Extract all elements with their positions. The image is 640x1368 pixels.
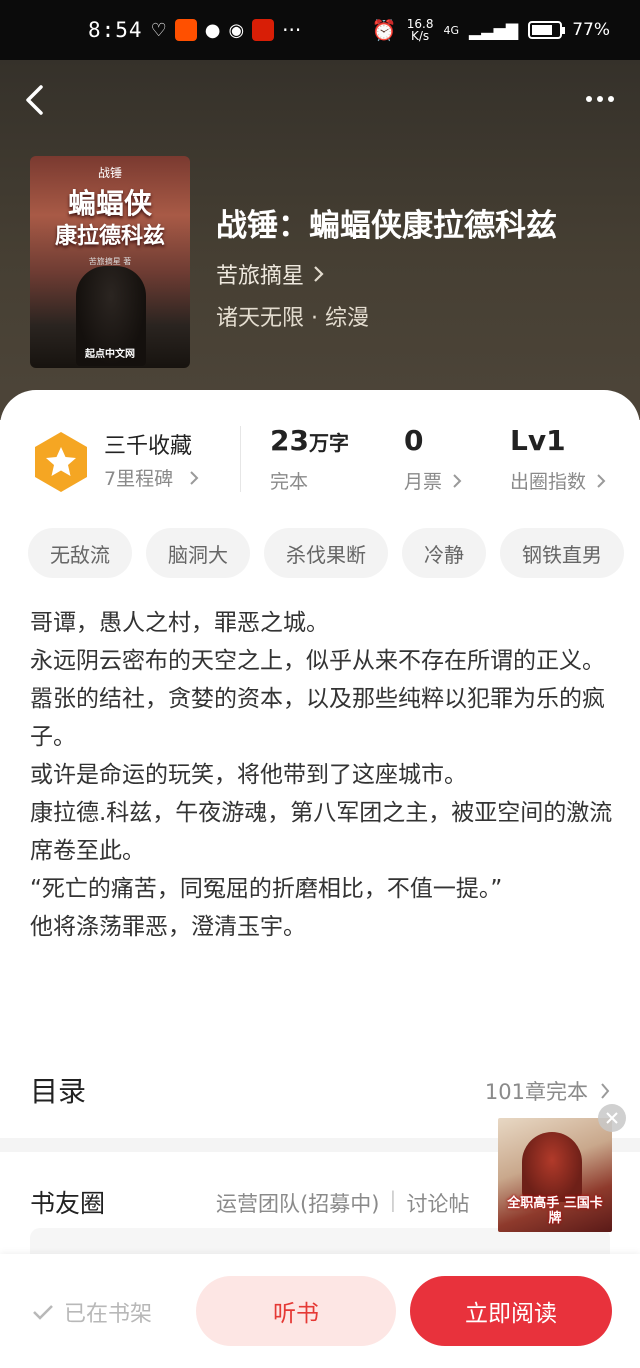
cover-title-line2: 康拉德科兹 <box>54 224 165 249</box>
chevron-right-icon <box>314 266 324 282</box>
cover-publisher: 起点中文网 <box>85 349 135 360</box>
notification-icon: ♡ <box>150 19 167 41</box>
cover-top-text: 战锤 <box>97 166 122 180</box>
chevron-right-icon <box>453 473 462 488</box>
in-shelf-button[interactable]: 已在书架 <box>32 1296 152 1328</box>
tag-chip[interactable]: 脑洞大 <box>146 528 250 578</box>
message-icon: ● <box>204 19 221 41</box>
description-line: 永远阴云密布的天空之上，似乎从来不存在所谓的正义。 <box>30 648 605 674</box>
reader-circle-title: 书友圈 <box>30 1189 106 1218</box>
book-detail-card: 三千收藏 7里程碑 23万字 完本 0 月票 Lv1 出圈指数 无敌流 脑洞大 … <box>0 390 640 1150</box>
influence-stat[interactable]: Lv1 出圈指数 <box>510 424 606 494</box>
book-genre: 诸天无限 · 综漫 <box>216 306 369 331</box>
description-line: 他将涤荡罪恶，澄清玉宇。 <box>30 914 306 940</box>
status-time: 8:54 <box>88 18 143 42</box>
monthly-ticket-stat[interactable]: 0 月票 <box>404 424 462 494</box>
stats-row: 三千收藏 7里程碑 23万字 完本 0 月票 Lv1 出圈指数 <box>0 420 640 500</box>
description-line: 嚣张的结社，贪婪的资本，以及那些纯粹以犯罪为乐的疯子。 <box>30 686 605 750</box>
close-icon <box>606 1112 618 1124</box>
influence-label: 出圈指数 <box>510 471 587 493</box>
collect-title: 三千收藏 <box>104 434 193 459</box>
ticket-value: 0 <box>404 424 424 457</box>
description-line: 康拉德.科兹，午夜游魂，第八军团之主，被亚空间的激流席卷至此。 <box>30 800 613 864</box>
word-count-label: 完本 <box>270 471 309 493</box>
milestone-text: 7里程碑 <box>104 468 174 490</box>
chevron-left-icon <box>26 85 43 115</box>
book-header: 战锤 蝙蝠侠 康拉德科兹 苦旅摘星 著 起点中文网 战锤：蝙蝠侠康拉德科兹 苦旅… <box>0 60 640 420</box>
tag-list: 无敌流 脑洞大 杀伐果断 冷静 钢铁直男 <box>28 528 624 578</box>
word-count-stat: 23万字 完本 <box>270 424 349 494</box>
net-speed: 16.8 K/s <box>407 18 434 42</box>
signal-icon: ▂▃▅▇ <box>468 20 519 40</box>
read-now-label: 立即阅读 <box>465 1301 557 1327</box>
chevron-right-icon <box>601 1083 610 1099</box>
book-description[interactable]: 哥谭，愚人之村，罪恶之城。 永远阴云密布的天空之上，似乎从来不存在所谓的正义。 … <box>30 604 614 946</box>
toc-link[interactable]: 101章完本 <box>485 1076 610 1106</box>
status-bar: 8:54 ♡ ● ◉ ··· ⏰ 16.8 K/s 4G ▂▃▅▇ 77% <box>0 0 640 60</box>
floating-promo-banner[interactable]: 全职高手 三国卡牌 <box>498 1118 612 1232</box>
stats-divider <box>240 426 241 492</box>
description-line: 或许是命运的玩笑，将他带到了这座城市。 <box>30 762 467 788</box>
promo-text: 全职高手 三国卡牌 <box>507 1196 603 1226</box>
toc-summary: 101章完本 <box>484 1080 588 1104</box>
battery-icon <box>528 21 566 39</box>
word-count-unit: 万字 <box>308 431 349 455</box>
author-link[interactable]: 苦旅摘星 <box>216 258 324 290</box>
chevron-right-icon <box>190 470 199 485</box>
promo-close-button[interactable] <box>598 1104 626 1132</box>
wechat-icon: ◉ <box>228 19 245 41</box>
more-dot <box>597 96 603 102</box>
listen-label: 听书 <box>273 1301 319 1327</box>
tag-chip[interactable]: 冷静 <box>402 528 486 578</box>
more-notifications-icon: ··· <box>282 18 302 42</box>
word-count-value: 23 <box>270 424 309 457</box>
book-title: 战锤：蝙蝠侠康拉德科兹 <box>216 208 557 244</box>
tag-chip[interactable]: 钢铁直男 <box>500 528 624 578</box>
ops-team-link[interactable]: 运营团队(招募中) <box>216 1188 379 1218</box>
read-now-button[interactable]: 立即阅读 <box>410 1276 612 1346</box>
discussion-link[interactable]: 讨论帖 <box>406 1188 469 1218</box>
promo-character-image <box>522 1132 582 1202</box>
more-dot <box>586 96 592 102</box>
back-button[interactable] <box>16 82 52 118</box>
more-button[interactable] <box>578 84 622 114</box>
toc-title: 目录 <box>30 1075 87 1108</box>
tag-chip[interactable]: 无敌流 <box>28 528 132 578</box>
app-badge-icon <box>252 19 275 41</box>
author-name: 苦旅摘星 <box>216 264 305 289</box>
alarm-icon: ⏰ <box>371 18 397 42</box>
book-cover[interactable]: 战锤 蝙蝠侠 康拉德科兹 苦旅摘星 著 起点中文网 <box>30 156 190 368</box>
bottom-action-bar: 已在书架 听书 立即阅读 <box>0 1254 640 1368</box>
tag-chip[interactable]: 杀伐果断 <box>264 528 388 578</box>
more-dot <box>608 96 614 102</box>
cover-title-line1: 蝙蝠侠 <box>67 187 152 220</box>
network-type: 4G <box>443 23 459 37</box>
description-line: “死亡的痛苦，同冤屈的折磨相比，不值一提。” <box>30 876 503 902</box>
listen-button[interactable]: 听书 <box>196 1276 396 1346</box>
star-hexagon-icon <box>35 432 87 492</box>
in-shelf-label: 已在书架 <box>64 1302 153 1327</box>
net-speed-unit: K/s <box>411 29 430 43</box>
check-icon <box>33 1305 53 1320</box>
battery-fill <box>532 25 553 35</box>
reader-circle-links: 运营团队(招募中) | 讨论帖 <box>216 1188 469 1218</box>
status-right: ⏰ 16.8 K/s 4G ▂▃▅▇ 77% <box>372 18 610 42</box>
influence-value: Lv1 <box>510 424 566 457</box>
taobao-icon <box>174 19 197 41</box>
chevron-right-icon <box>597 473 606 488</box>
status-left: 8:54 ♡ ● ◉ ··· <box>88 18 301 42</box>
milestone-link[interactable]: 7里程碑 <box>104 464 199 491</box>
battery-percent: 77% <box>572 20 610 40</box>
link-divider: | <box>389 1188 397 1212</box>
description-line: 哥谭，愚人之村，罪恶之城。 <box>30 610 329 636</box>
ticket-label: 月票 <box>404 471 443 493</box>
